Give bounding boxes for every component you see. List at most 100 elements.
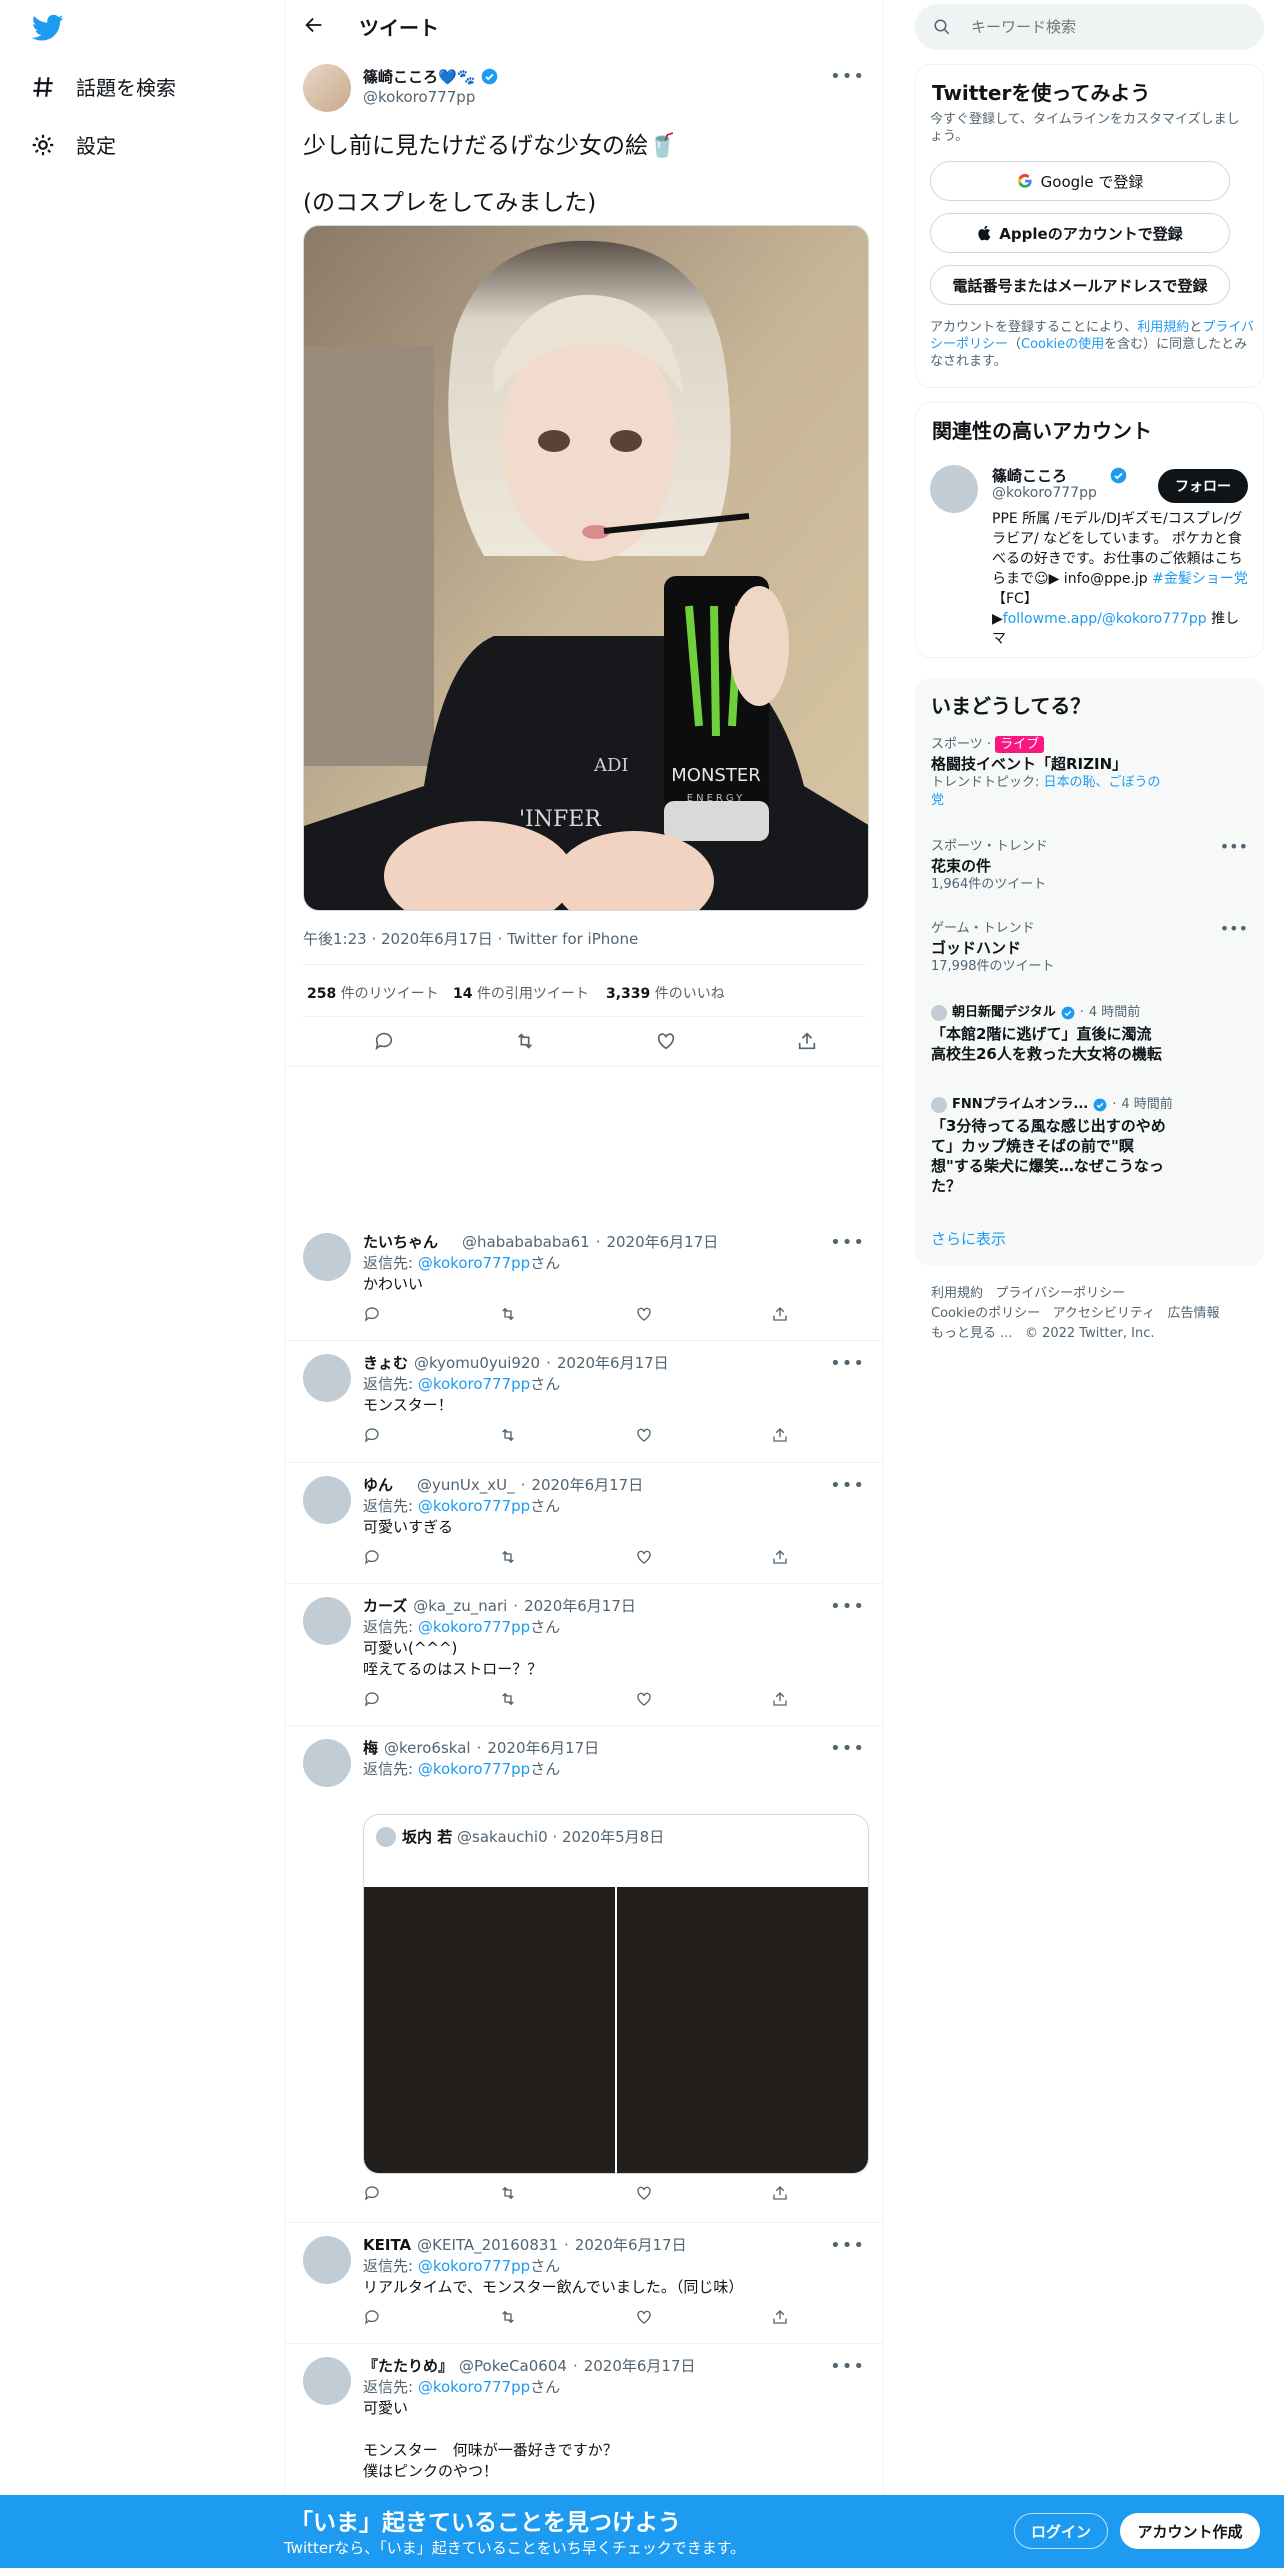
reply-author-handle[interactable]: @ka_zu_nari	[413, 1596, 507, 1617]
reply-author-handle[interactable]: @PokeCa0604	[459, 2356, 567, 2377]
fanclub-link[interactable]: followme.app/@kokoro777pp	[1003, 611, 1207, 627]
like-icon[interactable]	[635, 2308, 653, 2326]
reply-author-name[interactable]: 『たたりめ』	[363, 2356, 453, 2377]
reply-icon[interactable]	[363, 1548, 381, 1566]
reply-author-handle[interactable]: @hababababa61	[462, 1232, 590, 1253]
share-icon[interactable]	[771, 2184, 789, 2202]
reply-date[interactable]: 2020年6月17日	[606, 1232, 718, 1253]
tweet-time[interactable]: 午後1:23	[303, 930, 367, 948]
reply-date[interactable]: 2020年6月17日	[531, 1475, 643, 1496]
reply-author-handle[interactable]: @yunUx_xU_	[417, 1475, 515, 1496]
retweet-icon[interactable]	[499, 2308, 517, 2326]
reply-author-handle[interactable]: @kero6skal	[384, 1738, 471, 1759]
author-avatar[interactable]	[303, 64, 351, 112]
retweet-icon[interactable]	[499, 2184, 517, 2202]
reply-item[interactable]: ••• ゆん @yunUx_xU_ · 2020年6月17日 返信先: @kokoro…	[285, 1463, 883, 1583]
stat-likes[interactable]: 3,339 件のいいね	[606, 983, 725, 1003]
like-icon[interactable]	[635, 1305, 653, 1323]
reply-item[interactable]: ••• 梅 @kero6skal · 2020年6月17日 返信先: @kokoro7…	[285, 1726, 883, 2226]
retweet-icon[interactable]	[499, 1690, 517, 1708]
reply-item[interactable]: ••• カーズ @ka_zu_nari · 2020年6月17日 返信先: @koko…	[285, 1584, 883, 1724]
cookie-link[interactable]: Cookieの使用	[1021, 337, 1104, 352]
related-avatar[interactable]	[930, 465, 978, 513]
reply-avatar[interactable]	[303, 1354, 351, 1402]
show-more-link[interactable]: さらに表示	[931, 1228, 1006, 1249]
create-account-button[interactable]: アカウント作成	[1120, 2513, 1260, 2549]
nav-explore[interactable]: 話題を検索	[30, 72, 176, 101]
reply-to-link[interactable]: @kokoro777pp	[418, 1760, 530, 1778]
reply-icon[interactable]	[363, 1426, 381, 1444]
retweet-icon[interactable]	[514, 1030, 536, 1052]
trend-item[interactable]: スポーツ・トレンド 花束の件 1,964件のツイート •••	[931, 838, 1248, 894]
reply-author-name[interactable]: 梅	[363, 1738, 378, 1759]
stat-retweets[interactable]: 258 件のリツイート	[307, 983, 439, 1003]
trend-item[interactable]: スポーツ · ライブ 格闘技イベント「超RIZIN」 トレンドトピック: 日本の…	[931, 736, 1248, 810]
quoted-media-left[interactable]	[364, 1887, 615, 2173]
reply-author-name[interactable]: カーズ	[363, 1596, 407, 1617]
share-icon[interactable]	[796, 1030, 818, 1052]
author-name[interactable]: 篠崎こころ💙🐾	[363, 66, 475, 87]
share-icon[interactable]	[771, 1305, 789, 1323]
footer-privacy-link[interactable]: プライバシーポリシー	[995, 1286, 1125, 1301]
reply-author-name[interactable]: ゆん	[363, 1475, 393, 1496]
reply-date[interactable]: 2020年6月17日	[524, 1596, 636, 1617]
reply-item[interactable]: ••• 『たたりめ』 @PokeCa0604 · 2020年6月17日 返信先: @k…	[285, 2344, 883, 2504]
like-icon[interactable]	[635, 1690, 653, 1708]
reply-icon[interactable]	[363, 2184, 381, 2202]
share-icon[interactable]	[771, 1548, 789, 1566]
reply-avatar[interactable]	[303, 2236, 351, 2284]
reply-to-link[interactable]: @kokoro777pp	[418, 2378, 530, 2396]
reply-to-link[interactable]: @kokoro777pp	[418, 1497, 530, 1515]
reply-to-link[interactable]: @kokoro777pp	[418, 1254, 530, 1272]
footer-more-link[interactable]: もっと見る ...	[931, 1326, 1013, 1341]
search-input[interactable]	[971, 14, 1241, 40]
phone-email-signup-button[interactable]: 電話番号またはメールアドレスで登録	[930, 265, 1230, 305]
like-icon[interactable]	[635, 2184, 653, 2202]
trend-item[interactable]: ゲーム・トレンド ゴッドハンド 17,998件のツイート •••	[931, 920, 1248, 976]
like-icon[interactable]	[655, 1030, 677, 1052]
retweet-icon[interactable]	[499, 1426, 517, 1444]
footer-ads-link[interactable]: 広告情報	[1168, 1306, 1220, 1321]
hashtag-link[interactable]: #金髪ショー党	[1152, 571, 1248, 587]
terms-link[interactable]: 利用規約	[1137, 320, 1189, 335]
twitter-logo-icon[interactable]	[32, 14, 64, 42]
reply-icon[interactable]	[363, 1690, 381, 1708]
reply-avatar[interactable]	[303, 2357, 351, 2405]
reply-item[interactable]: ••• きょむ @kyomu0yui920 · 2020年6月17日 返信先: @ko…	[285, 1341, 883, 1461]
reply-avatar[interactable]	[303, 1233, 351, 1281]
reply-icon[interactable]	[373, 1030, 395, 1052]
news-item[interactable]: FNNプライムオンラ... · 4 時間前 「3分待ってる風な感じ出すのやめて」カ…	[931, 1096, 1248, 1196]
reply-date[interactable]: 2020年6月17日	[575, 2235, 687, 2256]
tweet-photo[interactable]: MONSTER ENERGY 'INFER ADI	[303, 225, 869, 911]
reply-icon[interactable]	[363, 2308, 381, 2326]
share-icon[interactable]	[771, 1690, 789, 1708]
more-options-icon[interactable]: •••	[1220, 920, 1248, 938]
footer-accessibility-link[interactable]: アクセシビリティ	[1053, 1306, 1156, 1321]
reply-to-link[interactable]: @kokoro777pp	[418, 2257, 530, 2275]
stat-quotes[interactable]: 14 件の引用ツイート	[453, 983, 589, 1003]
related-name[interactable]: 篠崎こころ	[992, 465, 1067, 486]
follow-button[interactable]: フォロー	[1158, 469, 1248, 503]
reply-author-name[interactable]: たいちゃん	[363, 1232, 438, 1253]
reply-author-handle[interactable]: @kyomu0yui920	[414, 1353, 540, 1374]
retweet-icon[interactable]	[499, 1548, 517, 1566]
reply-icon[interactable]	[363, 1305, 381, 1323]
reply-to-link[interactable]: @kokoro777pp	[418, 1375, 530, 1393]
footer-cookie-link[interactable]: Cookieのポリシー	[931, 1306, 1040, 1321]
share-icon[interactable]	[771, 2308, 789, 2326]
more-options-icon[interactable]: •••	[1220, 838, 1248, 856]
footer-terms-link[interactable]: 利用規約	[931, 1286, 983, 1301]
quoted-tweet[interactable]: 坂内 若 @sakauchi0 · 2020年5月8日	[363, 1814, 869, 2174]
back-arrow-icon[interactable]	[303, 14, 325, 36]
reply-author-name[interactable]: KEITA	[363, 2235, 411, 2256]
apple-signup-button[interactable]: Appleのアカウントで登録	[930, 213, 1230, 253]
reply-date[interactable]: 2020年6月17日	[584, 2356, 696, 2377]
reply-item[interactable]: ••• KEITA @KEITA_20160831 · 2020年6月17日 返信先:…	[285, 2223, 883, 2343]
like-icon[interactable]	[635, 1426, 653, 1444]
quoted-media-right[interactable]	[617, 1887, 868, 2173]
search-box[interactable]	[915, 4, 1264, 50]
author-handle[interactable]: @kokoro777pp	[363, 88, 475, 106]
like-icon[interactable]	[635, 1548, 653, 1566]
login-button[interactable]: ログイン	[1014, 2513, 1108, 2549]
news-item[interactable]: 朝日新聞デジタル · 4 時間前 「本館2階に逃げて」直後に濁流 高校生26人を救…	[931, 1004, 1248, 1064]
